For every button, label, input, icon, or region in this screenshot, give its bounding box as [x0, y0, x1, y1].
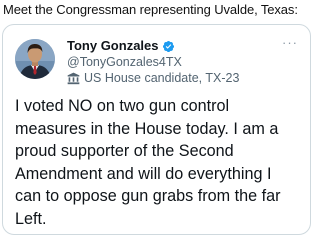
verified-badge-icon	[162, 40, 174, 52]
author-display-name[interactable]: Tony Gonzales	[67, 38, 159, 54]
post-headline: Meet the Congressman representing Uvalde…	[3, 2, 298, 17]
avatar-photo	[15, 39, 55, 79]
author-name-row[interactable]: Tony Gonzales	[67, 38, 175, 54]
author-handle[interactable]: @TonyGonzales4TX	[67, 54, 182, 70]
embedded-tweet-card[interactable]: Tony Gonzales @TonyGonzales4TX US House …	[2, 24, 311, 235]
more-options-icon[interactable]: ···	[282, 36, 298, 49]
account-label-text: US House candidate, TX-23	[84, 71, 240, 85]
government-building-icon	[67, 72, 80, 84]
avatar[interactable]	[15, 39, 55, 79]
account-label: US House candidate, TX-23	[67, 70, 239, 86]
tweet-text: I voted NO on two gun control measures i…	[15, 97, 281, 228]
